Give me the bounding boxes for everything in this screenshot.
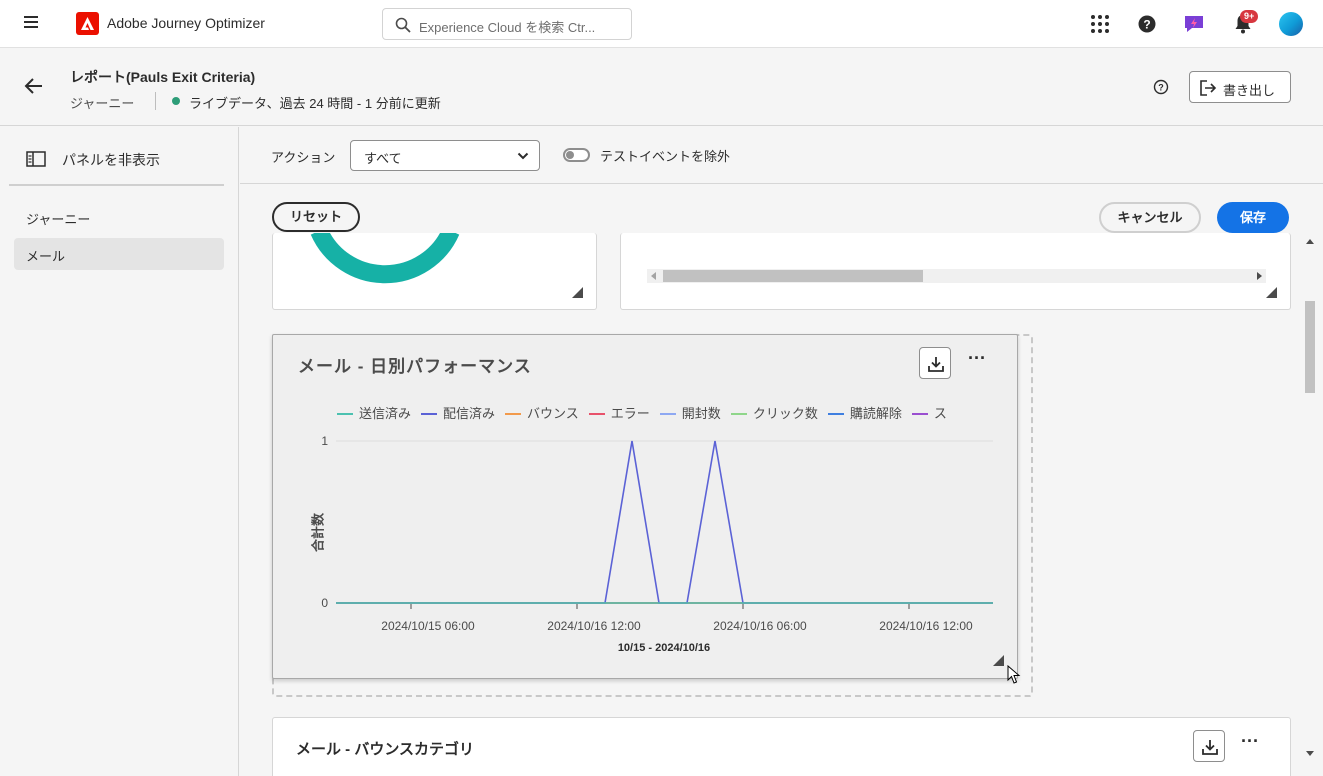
exclude-test-events-toggle[interactable] xyxy=(563,148,590,162)
export-icon xyxy=(1200,80,1217,96)
donut-chart-partial xyxy=(310,233,460,284)
line-chart: 0 1 2024/10/15 06:00 2024/10/16 12:00 2024/1… xyxy=(321,434,993,633)
user-avatar[interactable] xyxy=(1279,12,1303,36)
resize-handle-icon[interactable] xyxy=(572,287,583,298)
x-tick-label: 2024/10/15 06:00 xyxy=(381,619,475,633)
search-placeholder: Experience Cloud を検索 Ctr... xyxy=(419,20,596,35)
svg-text:?: ? xyxy=(1158,83,1164,93)
daily-performance-chart-card[interactable]: メール - 日別パフォーマンス ··· 送信済み 配信済み バウンス エラー 開封数 クリ… xyxy=(272,334,1018,679)
export-button[interactable]: 書き出し xyxy=(1189,71,1291,103)
breadcrumb-divider xyxy=(155,92,156,110)
help-icon[interactable]: ? xyxy=(1135,12,1159,36)
left-panel: パネルを非表示 ジャーニー メール xyxy=(0,127,239,776)
export-label: 書き出し xyxy=(1223,83,1276,98)
scroll-up-arrow-icon[interactable] xyxy=(1306,239,1314,244)
more-options-icon[interactable]: ··· xyxy=(1238,732,1262,755)
action-filter-label: アクション xyxy=(271,150,336,165)
exclude-test-events-label: テストイベントを除外 xyxy=(600,149,731,164)
panel-toggle-icon[interactable] xyxy=(26,151,46,167)
vertical-scrollbar[interactable] xyxy=(1303,233,1317,762)
x-tick-label: 2024/10/16 12:00 xyxy=(547,619,641,633)
donut-widget-card[interactable] xyxy=(272,233,597,310)
scroll-down-arrow-icon[interactable] xyxy=(1306,751,1314,756)
toggle-knob xyxy=(566,151,574,159)
top-navigation: Adobe Journey Optimizer Experience Cloud… xyxy=(0,0,1323,48)
breadcrumb-journey[interactable]: ジャーニー xyxy=(70,93,134,112)
panel-divider xyxy=(9,184,224,186)
series-line xyxy=(336,440,993,604)
report-canvas: リセット キャンセル 保存 メール - 日別パフォーマンス ··· 送信済み 配信… xyxy=(240,185,1323,776)
sidebar-item-email[interactable]: メール xyxy=(14,238,224,270)
app-name[interactable]: Adobe Journey Optimizer xyxy=(107,15,265,31)
live-status-text: ライブデータ、過去 24 時間 - 1 分前に更新 xyxy=(189,96,441,111)
resize-handle-icon[interactable] xyxy=(1266,287,1277,298)
bounce-category-card[interactable]: メール - バウンスカテゴリ ··· xyxy=(272,717,1291,776)
search-input[interactable]: Experience Cloud を検索 Ctr... xyxy=(382,8,632,40)
vertical-scroll-thumb[interactable] xyxy=(1305,301,1315,393)
sidebar-item-journey[interactable]: ジャーニー xyxy=(14,201,224,233)
x-tick-label: 2024/10/16 12:00 xyxy=(879,619,973,633)
page-title: レポート(Pauls Exit Criteria) xyxy=(70,69,256,85)
scroll-right-arrow-icon[interactable] xyxy=(1257,272,1262,280)
back-arrow-icon[interactable] xyxy=(24,77,44,95)
save-button[interactable]: 保存 xyxy=(1217,202,1289,233)
horizontal-scrollbar[interactable] xyxy=(647,269,1266,283)
reset-button[interactable]: リセット xyxy=(272,202,360,232)
hamburger-menu-icon[interactable] xyxy=(24,16,40,30)
filter-bar: アクション すべて テストイベントを除外 xyxy=(240,127,1323,184)
horizontal-scroll-thumb[interactable] xyxy=(663,270,923,282)
x-axis-label: 10/15 - 2024/10/16 xyxy=(617,642,711,654)
y-tick-label: 0 xyxy=(321,596,328,610)
download-icon xyxy=(1202,740,1218,755)
svg-text:?: ? xyxy=(1143,18,1150,32)
resize-handle-icon[interactable] xyxy=(993,655,1004,666)
table-widget-card[interactable] xyxy=(620,233,1291,310)
hide-panel-button[interactable]: パネルを非表示 xyxy=(62,150,160,170)
live-status-dot xyxy=(172,97,180,105)
action-filter-dropdown[interactable]: すべて xyxy=(350,140,540,171)
y-tick-label: 1 xyxy=(321,434,328,448)
feedback-chat-icon[interactable] xyxy=(1182,12,1206,36)
scroll-left-arrow-icon[interactable] xyxy=(651,272,656,280)
apps-grid-icon[interactable] xyxy=(1088,12,1112,36)
x-tick-label: 2024/10/16 06:00 xyxy=(713,619,807,633)
chevron-down-icon xyxy=(517,152,529,160)
info-help-icon[interactable]: ? xyxy=(1153,79,1169,95)
search-icon xyxy=(395,17,411,33)
cancel-button[interactable]: キャンセル xyxy=(1099,202,1201,233)
bounce-card-title: メール - バウンスカテゴリ xyxy=(296,741,475,758)
download-button[interactable] xyxy=(1193,730,1225,762)
page-header: レポート(Pauls Exit Criteria) ジャーニー ライブデータ、過… xyxy=(0,49,1323,126)
adobe-logo-icon[interactable] xyxy=(76,12,99,35)
action-filter-value: すべて xyxy=(364,151,402,166)
notification-badge: 9+ xyxy=(1240,10,1259,23)
mouse-cursor-icon xyxy=(1007,665,1021,684)
